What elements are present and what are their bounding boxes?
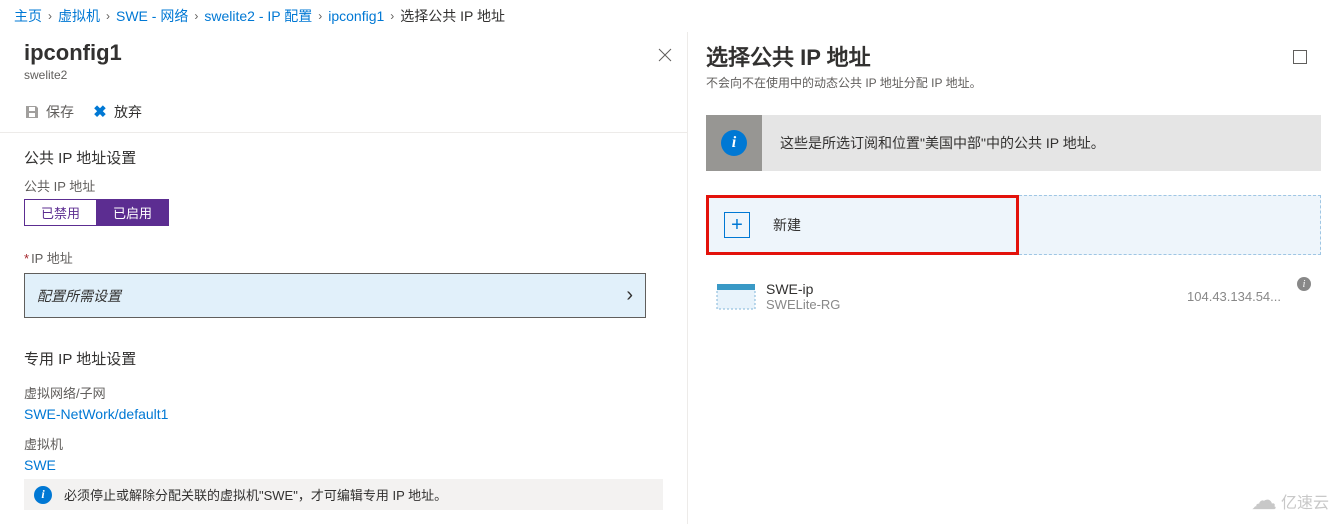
private-ip-info-text: 必须停止或解除分配关联的虚拟机"SWE"，才可编辑专用 IP 地址。 [64,485,447,504]
public-ip-label: 公共 IP 地址 [24,176,663,195]
close-button[interactable] [657,46,673,69]
vnet-subnet-label: 虚拟网络/子网 [24,383,663,402]
watermark: ☁ 亿速云 [1251,485,1329,516]
save-icon [24,104,40,120]
breadcrumb-current: 选择公共 IP 地址 [400,6,505,26]
chevron-right-icon: › [106,9,110,23]
public-ip-section-title: 公共 IP 地址设置 [24,147,663,168]
toolbar: 保存 ✖ 放弃 [0,92,687,133]
chevron-right-icon: › [194,9,198,23]
close-icon [657,47,673,63]
public-ip-item[interactable]: SWE-ip SWELite-RG 104.43.134.54... i [706,269,1321,324]
private-ip-section-title: 专用 IP 地址设置 [24,348,663,369]
vnet-subnet-link[interactable]: SWE-NetWork/default1 [24,406,663,422]
right-blade-subtitle: 不会向不在使用中的动态公共 IP 地址分配 IP 地址。 [706,74,1305,91]
public-ip-name: SWE-ip [766,281,840,297]
info-icon[interactable]: i [1297,277,1311,291]
vm-link[interactable]: SWE [24,457,663,473]
ipconfig-blade: ipconfig1 swelite2 保存 ✖ 放弃 公共 IP 地址设置 公共… [0,32,688,524]
public-ip-icon [716,283,756,311]
chevron-right-icon: › [626,284,633,307]
discard-button[interactable]: ✖ 放弃 [92,102,142,122]
breadcrumb: 主页 › 虚拟机 › SWE - 网络 › swelite2 - IP 配置 › ipc… [0,0,1339,32]
breadcrumb-vm[interactable]: 虚拟机 [58,6,100,26]
plus-icon: + [724,212,750,238]
save-button[interactable]: 保存 [24,102,74,122]
discard-icon: ✖ [92,104,108,120]
create-new-label: 新建 [765,215,801,235]
cloud-icon: ☁ [1251,485,1277,516]
subscription-info-text: 这些是所选订阅和位置"美国中部"中的公共 IP 地址。 [762,133,1123,153]
breadcrumb-ipconfig1[interactable]: ipconfig1 [328,8,384,24]
select-public-ip-blade: 选择公共 IP 地址 不会向不在使用中的动态公共 IP 地址分配 IP 地址。 … [688,32,1339,524]
breadcrumb-ipconfig-list[interactable]: swelite2 - IP 配置 [204,6,312,26]
right-blade-title: 选择公共 IP 地址 [706,40,1305,72]
vm-label: 虚拟机 [24,434,663,453]
public-ip-toggle[interactable]: 已禁用 已启用 [24,199,663,226]
subscription-info-bar: i 这些是所选订阅和位置"美国中部"中的公共 IP 地址。 [706,115,1321,171]
info-icon: i [34,486,52,504]
ip-address-selector[interactable]: 配置所需设置 › [24,273,646,318]
chevron-right-icon: › [390,9,394,23]
blade-subtitle: swelite2 [24,68,663,82]
ip-address-label: *IP 地址 [24,248,663,267]
info-icon: i [721,130,747,156]
breadcrumb-home[interactable]: 主页 [14,6,42,26]
create-new-extension [1019,195,1321,255]
chevron-right-icon: › [318,9,322,23]
public-ip-address: 104.43.134.54... [1187,289,1281,304]
private-ip-info-bar: i 必须停止或解除分配关联的虚拟机"SWE"，才可编辑专用 IP 地址。 [24,479,663,510]
create-new-button[interactable]: + 新建 [706,195,1019,255]
blade-title: ipconfig1 [24,40,663,66]
public-ip-rg: SWELite-RG [766,297,840,312]
chevron-right-icon: › [48,9,52,23]
breadcrumb-network[interactable]: SWE - 网络 [116,6,188,26]
save-label: 保存 [46,102,74,122]
maximize-button[interactable] [1293,50,1307,64]
toggle-disabled[interactable]: 已禁用 [24,199,96,226]
discard-label: 放弃 [114,102,142,122]
ip-address-placeholder: 配置所需设置 [37,286,121,306]
toggle-enabled[interactable]: 已启用 [96,199,169,226]
